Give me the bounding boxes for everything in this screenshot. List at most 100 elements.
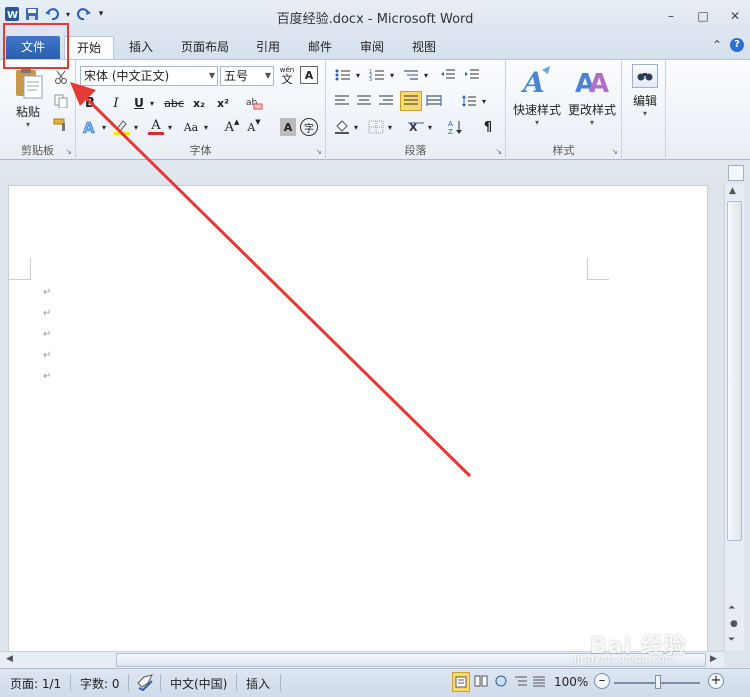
phonetic-guide-button[interactable]: wén 文 (278, 65, 296, 87)
maximize-button[interactable]: □ (694, 8, 712, 24)
tab-page-layout[interactable]: 页面布局 (172, 36, 238, 59)
help-icon[interactable]: ? (730, 38, 744, 52)
zoom-out-icon[interactable]: – (594, 673, 610, 689)
tab-view[interactable]: 视图 (402, 36, 446, 59)
tab-insert[interactable]: 插入 (118, 36, 164, 59)
increase-indent-icon[interactable] (462, 66, 482, 84)
scroll-right-icon[interactable]: ▶ (710, 654, 717, 664)
strikethrough-button[interactable]: abc (162, 94, 186, 112)
outline-view-icon[interactable] (514, 675, 528, 690)
shading-icon[interactable] (332, 118, 352, 136)
document-page[interactable]: ↵ ↵ ↵ ↵ ↵ (8, 185, 708, 653)
insert-mode[interactable]: 插入 (246, 675, 270, 692)
bullets-dropdown-icon[interactable]: ▾ (354, 66, 362, 84)
font-color-dropdown-icon[interactable]: ▾ (166, 118, 174, 136)
paste-button[interactable]: 粘贴 ▾ (8, 66, 48, 134)
vertical-scrollbar[interactable]: ▲ ⏶ ● ⏷ (724, 183, 744, 651)
multilevel-list-dropdown-icon[interactable]: ▾ (422, 66, 430, 84)
web-layout-icon[interactable] (494, 675, 508, 690)
bold-button[interactable]: B (80, 94, 100, 112)
subscript-button[interactable]: x₂ (188, 94, 210, 112)
decrease-indent-icon[interactable] (438, 66, 458, 84)
view-ruler-icon[interactable] (728, 165, 744, 181)
page-count[interactable]: 页面: 1/1 (10, 675, 61, 692)
enclose-characters-button[interactable]: 字 (300, 118, 318, 136)
zoom-slider-thumb[interactable] (655, 675, 661, 689)
font-size-combo[interactable]: 五号 ▼ (220, 66, 274, 86)
copy-icon[interactable] (52, 92, 70, 110)
highlight-dropdown-icon[interactable]: ▾ (132, 118, 140, 136)
sort-icon[interactable]: AZ (446, 118, 466, 136)
format-painter-icon[interactable] (52, 116, 70, 134)
highlight-icon[interactable] (112, 118, 132, 136)
chinese-layout-dropdown-icon[interactable]: ▾ (426, 118, 434, 136)
minimize-button[interactable]: – (662, 8, 680, 24)
numbering-dropdown-icon[interactable]: ▾ (388, 66, 396, 84)
font-name-combo[interactable]: 宋体 (中文正文) ▼ (80, 66, 218, 86)
font-color-button[interactable]: A (146, 118, 166, 136)
quick-styles-button[interactable]: A 快速样式 ▾ (510, 64, 564, 136)
styles-dialog-launcher[interactable]: ↘ (611, 147, 618, 156)
vertical-scroll-thumb[interactable] (727, 201, 742, 541)
align-center-icon[interactable] (354, 92, 374, 110)
line-spacing-icon[interactable] (458, 92, 480, 110)
character-border-button[interactable]: A (300, 66, 318, 84)
grow-font-button[interactable]: A ▲ (222, 118, 242, 136)
borders-icon[interactable] (366, 118, 386, 136)
superscript-button[interactable]: x² (212, 94, 234, 112)
proofing-icon[interactable] (136, 673, 154, 694)
prev-page-icon[interactable]: ⏶ (728, 603, 735, 613)
shading-dropdown-icon[interactable]: ▾ (352, 118, 360, 136)
tab-references[interactable]: 引用 (246, 36, 290, 59)
multilevel-list-icon[interactable] (400, 66, 422, 84)
shrink-font-button[interactable]: A ▼ (244, 118, 264, 136)
text-effects-dropdown-icon[interactable]: ▾ (100, 118, 108, 136)
scroll-left-icon[interactable]: ◀ (6, 654, 13, 664)
zoom-in-icon[interactable]: + (708, 673, 724, 689)
clipboard-dialog-launcher[interactable]: ↘ (65, 147, 72, 156)
font-dialog-launcher[interactable]: ↘ (315, 147, 322, 156)
italic-button[interactable]: I (106, 94, 126, 112)
minimize-ribbon-icon[interactable]: ⌃ (712, 38, 722, 52)
draft-view-icon[interactable] (532, 675, 546, 690)
select-browse-object-icon[interactable]: ● (730, 619, 738, 629)
character-shading-button[interactable]: A (280, 118, 296, 136)
distributed-icon[interactable] (424, 92, 444, 110)
chinese-layout-icon[interactable]: X (406, 118, 426, 136)
text-effects-icon[interactable]: A (80, 118, 100, 136)
change-case-dropdown-icon[interactable]: ▾ (202, 118, 210, 136)
tab-review[interactable]: 审阅 (350, 36, 394, 59)
print-layout-view-icon[interactable] (452, 672, 470, 692)
show-marks-icon[interactable]: ¶ (478, 118, 498, 136)
paste-label: 粘贴 (15, 105, 40, 119)
paragraph-dialog-launcher[interactable]: ↘ (495, 147, 502, 156)
justify-icon[interactable] (400, 91, 422, 111)
cut-icon[interactable] (52, 68, 70, 86)
next-page-icon[interactable]: ⏷ (728, 635, 735, 645)
numbering-icon[interactable]: 123 (366, 66, 388, 84)
paragraph-mark: ↵ (43, 329, 52, 340)
align-left-icon[interactable] (332, 92, 352, 110)
bullets-icon[interactable] (332, 66, 354, 84)
align-right-icon[interactable] (376, 92, 396, 110)
underline-dropdown-icon[interactable]: ▾ (148, 94, 156, 112)
tab-file[interactable]: 文件 (6, 36, 60, 59)
full-screen-reading-icon[interactable] (474, 675, 488, 690)
ribbon: 粘贴 ▾ 剪贴板 ↘ 宋体 (中文正文) ▼ 五号 ▼ wén 文 A B I (0, 59, 750, 160)
tab-mailings[interactable]: 邮件 (298, 36, 342, 59)
language-indicator[interactable]: 中文(中国) (170, 675, 227, 692)
change-styles-button[interactable]: AA 更改样式 ▾ (564, 64, 620, 136)
line-spacing-dropdown-icon[interactable]: ▾ (480, 92, 488, 110)
change-case-button[interactable]: Aa (180, 118, 202, 136)
tab-home[interactable]: 开始 (64, 36, 114, 59)
underline-button[interactable]: U (130, 94, 148, 112)
clear-formatting-icon[interactable]: ab (244, 94, 264, 112)
paragraph-mark: ↵ (43, 308, 52, 319)
editing-button[interactable]: 编辑 ▾ (626, 64, 664, 136)
borders-dropdown-icon[interactable]: ▾ (386, 118, 394, 136)
scroll-up-icon[interactable]: ▲ (729, 186, 736, 196)
crop-mark-right (587, 258, 609, 280)
close-button[interactable]: ✕ (726, 8, 744, 24)
word-count[interactable]: 字数: 0 (80, 675, 120, 692)
zoom-level[interactable]: 100% (554, 675, 588, 689)
